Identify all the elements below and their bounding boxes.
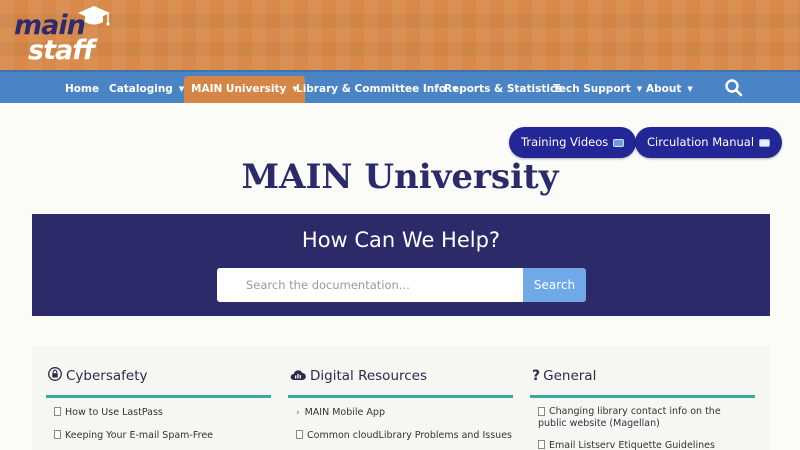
cloud-chart-icon [290, 369, 306, 380]
doc-link-label: MAIN Mobile App [304, 407, 385, 418]
document-icon [296, 430, 303, 439]
doc-link-label: Keeping Your E-mail Spam-Free [65, 430, 214, 441]
documentation-search-input[interactable] [217, 268, 523, 302]
category-divider [288, 395, 513, 398]
nav-about-label: About [646, 83, 682, 95]
main-nav: Home Cataloging ▼ MAIN University ▼ Librar… [0, 70, 800, 103]
nav-about[interactable]: About ▼ [640, 76, 699, 103]
circulation-manual-label: Circulation Manual [647, 135, 755, 149]
doc-link[interactable]: Common cloudLibrary Problems and Issues [296, 429, 512, 443]
lock-icon [48, 367, 62, 381]
graduation-cap-icon [78, 6, 110, 26]
category-divider [530, 395, 755, 398]
training-videos-label: Training Videos [521, 135, 609, 149]
category-title: Cybersafety [66, 368, 148, 384]
search-button[interactable]: Search [523, 268, 586, 302]
doc-link[interactable]: Keeping Your E-mail Spam-Free [54, 429, 213, 443]
chevron-down-icon: ▼ [687, 85, 693, 93]
main-staff-logo[interactable]: main staff [12, 4, 112, 66]
category-section: Cybersafety How to Use LastPass Keeping … [32, 346, 770, 450]
page-title: MAIN University [241, 157, 559, 197]
category-heading[interactable]: Digital Resources [290, 366, 427, 386]
header-banner: main staff [0, 0, 800, 70]
chevron-right-icon: › [296, 408, 300, 418]
book-icon [759, 138, 771, 147]
training-videos-button[interactable]: Training Videos [509, 127, 637, 158]
document-icon [538, 440, 545, 449]
doc-link[interactable]: › MAIN Mobile App [296, 406, 385, 420]
nav-cataloging-label: Cataloging [109, 83, 173, 95]
category-title: Digital Resources [310, 368, 428, 384]
nav-library-committee-info-label: Library & Committee Info [296, 83, 447, 95]
nav-cataloging[interactable]: Cataloging ▼ [103, 76, 190, 103]
video-icon [613, 138, 625, 147]
circulation-manual-button[interactable]: Circulation Manual [635, 127, 783, 158]
document-icon [54, 407, 61, 416]
doc-link-label: Changing library contact info on the pub… [538, 406, 721, 429]
category-heading[interactable]: ? General [532, 366, 596, 386]
help-heading: How Can We Help? [301, 228, 501, 252]
doc-link[interactable]: How to Use LastPass [54, 406, 163, 420]
doc-link-label: Email Listserv Etiquette Guidelines [549, 440, 715, 450]
question-icon: ? [532, 368, 541, 384]
search-icon[interactable] [724, 78, 744, 98]
nav-reports-statistics-label: Reports & Statistics [444, 83, 563, 95]
help-search-panel: How Can We Help? Search [32, 214, 770, 316]
nav-tech-support[interactable]: Tech Support ▼ [547, 76, 648, 103]
category-divider [46, 395, 271, 398]
doc-link-label: How to Use LastPass [65, 407, 163, 418]
nav-home[interactable]: Home [59, 76, 105, 103]
logo-staff-text: staff [28, 35, 95, 66]
nav-tech-support-label: Tech Support [553, 83, 631, 95]
doc-link[interactable]: Changing library contact info on the pub… [538, 406, 728, 429]
category-heading[interactable]: Cybersafety [48, 366, 148, 386]
nav-home-label: Home [65, 83, 100, 95]
document-icon [538, 407, 545, 416]
document-icon [54, 430, 61, 439]
nav-main-university[interactable]: MAIN University ▼ [184, 76, 305, 103]
doc-link-label: Common cloudLibrary Problems and Issues [307, 430, 512, 441]
nav-main-university-label: MAIN University [191, 83, 287, 95]
doc-link[interactable]: Email Listserv Etiquette Guidelines [538, 439, 715, 450]
category-title: General [543, 368, 597, 384]
